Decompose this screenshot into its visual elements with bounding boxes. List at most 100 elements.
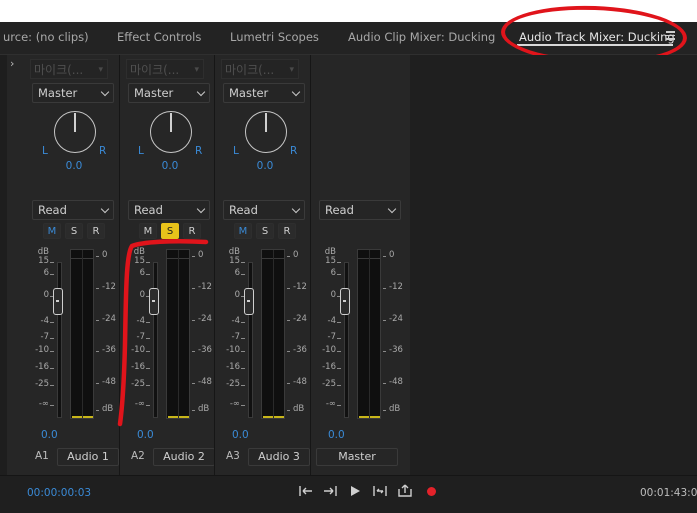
scale-tick: [287, 383, 290, 384]
solo-button[interactable]: S: [161, 223, 179, 239]
tab-audio-track-mixer[interactable]: Audio Track Mixer: Ducking: [519, 30, 675, 44]
pan-value[interactable]: 0.0: [245, 160, 285, 172]
scale-tick: [337, 368, 341, 369]
scale-tick: [287, 288, 290, 289]
automation-mode-dropdown[interactable]: Read: [319, 200, 401, 220]
hamburger-menu-icon[interactable]: [666, 31, 675, 40]
chevron-down-icon: ▾: [98, 65, 103, 75]
meter-scale-label: -48: [293, 377, 307, 387]
solo-button[interactable]: S: [65, 223, 83, 239]
scale-tick: [192, 410, 195, 411]
meter-scale-label: -24: [198, 314, 212, 324]
meter-scale-label: dB: [293, 404, 305, 414]
track-output-dropdown[interactable]: Master: [128, 83, 210, 103]
meter-scale-label: 0: [389, 250, 395, 260]
mute-button[interactable]: M: [43, 223, 61, 239]
track-name[interactable]: Audio 3: [248, 448, 310, 466]
tab-lumetri-scopes[interactable]: Lumetri Scopes: [230, 30, 319, 44]
track-input-select[interactable]: 마이크(... ▾: [126, 59, 204, 79]
master-track-name[interactable]: Master: [316, 448, 398, 466]
scale-tick: [96, 256, 99, 257]
db-scale-label: -7: [327, 332, 336, 342]
scale-tick: [146, 322, 150, 323]
db-scale-label: -4: [40, 316, 49, 326]
pan-knob[interactable]: [150, 111, 192, 153]
pan-right-label: R: [290, 145, 298, 157]
go-to-in-point-icon[interactable]: [298, 484, 314, 498]
pan-value[interactable]: 0.0: [150, 160, 190, 172]
scale-tick: [50, 368, 54, 369]
level-meter: [261, 249, 285, 419]
fader-track[interactable]: [344, 262, 349, 418]
fader-track[interactable]: [57, 262, 62, 418]
mute-button[interactable]: M: [139, 223, 157, 239]
meter-scale-label: -48: [389, 377, 403, 387]
scale-tick: [337, 322, 341, 323]
loop-icon[interactable]: [371, 484, 387, 498]
volume-fader[interactable]: [244, 288, 254, 315]
automation-mode-dropdown[interactable]: Read: [128, 200, 210, 220]
track-output-label: Master: [229, 86, 269, 100]
volume-fader[interactable]: [149, 288, 159, 315]
record-arm-button[interactable]: R: [87, 223, 105, 239]
fader-track[interactable]: [153, 262, 158, 418]
fader-track[interactable]: [248, 262, 253, 418]
db-scale-label: -∞: [229, 399, 240, 409]
track-volume-value[interactable]: 0.0: [41, 429, 58, 441]
scale-tick: [192, 351, 195, 352]
pan-knob[interactable]: [54, 111, 96, 153]
chevron-right-icon[interactable]: ›: [10, 57, 14, 70]
collapse-strip[interactable]: ›: [7, 55, 24, 475]
meter-scale-label: 0: [198, 250, 204, 260]
automation-mode-dropdown[interactable]: Read: [223, 200, 305, 220]
play-icon[interactable]: [348, 484, 364, 498]
track-input-label: 마이크(...: [130, 63, 180, 77]
automation-mode-dropdown[interactable]: Read: [32, 200, 114, 220]
track-input-select[interactable]: 마이크(... ▾: [221, 59, 299, 79]
level-meter: [357, 249, 381, 419]
solo-button[interactable]: S: [256, 223, 274, 239]
track-name[interactable]: Audio 2: [153, 448, 215, 466]
scale-tick: [50, 274, 54, 275]
chevron-down-icon: [291, 204, 301, 214]
chevron-down-icon: [100, 204, 110, 214]
track-volume-value[interactable]: 0.0: [137, 429, 154, 441]
db-scale-label: -25: [35, 379, 49, 389]
db-scale-label: 15: [134, 256, 145, 266]
mute-button[interactable]: M: [234, 223, 252, 239]
record-arm-button[interactable]: R: [278, 223, 296, 239]
track-input-select[interactable]: 마이크(... ▾: [30, 59, 108, 79]
volume-fader[interactable]: [340, 288, 350, 315]
tab-effect-controls[interactable]: Effect Controls: [117, 30, 201, 44]
track-name[interactable]: Audio 1: [57, 448, 119, 466]
volume-fader[interactable]: [53, 288, 63, 315]
pan-value[interactable]: 0.0: [54, 160, 94, 172]
tab-audio-clip-mixer[interactable]: Audio Clip Mixer: Ducking: [348, 30, 495, 44]
record-arm-button[interactable]: R: [183, 223, 201, 239]
db-scale-label: 15: [325, 256, 336, 266]
db-scale-label: -10: [35, 345, 49, 355]
db-scale-label: -∞: [134, 399, 145, 409]
track-volume-value[interactable]: 0.0: [328, 429, 345, 441]
export-icon[interactable]: [397, 484, 413, 498]
chevron-down-icon: ▾: [194, 65, 199, 75]
chevron-down-icon: [196, 204, 206, 214]
current-timecode[interactable]: 00:00:00:03: [27, 487, 91, 499]
pan-knob[interactable]: [245, 111, 287, 153]
record-icon[interactable]: [427, 487, 436, 496]
scale-tick: [192, 383, 195, 384]
scale-tick: [96, 351, 99, 352]
db-scale-label: 15: [38, 256, 49, 266]
strip-divider: [214, 55, 215, 475]
meter-scale-label: -12: [389, 282, 403, 292]
tab-source[interactable]: urce: (no clips): [3, 30, 89, 44]
scale-tick: [50, 338, 54, 339]
track-output-dropdown[interactable]: Master: [223, 83, 305, 103]
scale-tick: [96, 383, 99, 384]
go-to-out-point-icon[interactable]: [322, 484, 338, 498]
scale-tick: [96, 288, 99, 289]
track-output-dropdown[interactable]: Master: [32, 83, 114, 103]
scale-tick: [337, 262, 341, 263]
track-volume-value[interactable]: 0.0: [232, 429, 249, 441]
scale-tick: [287, 410, 290, 411]
